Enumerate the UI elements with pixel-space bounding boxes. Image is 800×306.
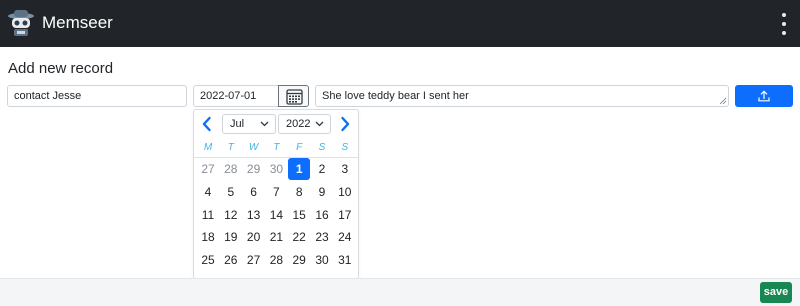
- day-cell[interactable]: 18: [197, 226, 219, 248]
- day-cell[interactable]: 8: [288, 181, 310, 203]
- weekday-label: T: [273, 142, 280, 153]
- chevron-down-icon: [260, 121, 269, 127]
- day-cell[interactable]: 15: [288, 204, 310, 226]
- day-cell[interactable]: 4: [197, 181, 219, 203]
- day-cell[interactable]: 19: [220, 226, 242, 248]
- top-navbar: Memseer: [0, 0, 800, 47]
- day-cell[interactable]: 27: [197, 158, 219, 180]
- robot-mascot-icon[interactable]: [6, 8, 36, 38]
- chevron-left-icon[interactable]: [201, 116, 213, 132]
- weekday-label: M: [203, 142, 213, 153]
- page-title: Add new record: [8, 60, 114, 77]
- day-cell[interactable]: 28: [265, 249, 287, 271]
- kebab-menu-icon[interactable]: [778, 13, 790, 35]
- day-cell[interactable]: 31: [334, 249, 356, 271]
- note-textarea[interactable]: She love teddy bear I sent her: [315, 85, 729, 107]
- day-cell[interactable]: 28: [220, 158, 242, 180]
- day-cell[interactable]: 25: [197, 249, 219, 271]
- day-cell[interactable]: 6: [243, 181, 265, 203]
- day-cell[interactable]: 3: [334, 158, 356, 180]
- weekday-label: S: [318, 142, 326, 153]
- day-cell[interactable]: 5: [220, 181, 242, 203]
- day-cell[interactable]: 23: [311, 226, 333, 248]
- day-cell[interactable]: 29: [243, 158, 265, 180]
- year-value: 2022: [286, 118, 311, 130]
- upload-icon: [758, 90, 770, 102]
- chevron-down-icon: [315, 121, 324, 127]
- save-button[interactable]: save: [760, 282, 792, 303]
- weekday-label: S: [341, 142, 349, 153]
- day-cell[interactable]: 27: [243, 249, 265, 271]
- day-cell[interactable]: 2: [311, 158, 333, 180]
- month-select[interactable]: Jul: [222, 114, 276, 134]
- day-cell[interactable]: 14: [265, 204, 287, 226]
- contact-input[interactable]: contact Jesse: [7, 85, 187, 107]
- date-input[interactable]: 2022-07-01: [193, 85, 279, 107]
- day-cell[interactable]: 10: [334, 181, 356, 203]
- day-cell[interactable]: 16: [311, 204, 333, 226]
- day-cell[interactable]: 9: [311, 181, 333, 203]
- day-cell[interactable]: 24: [334, 226, 356, 248]
- datepicker-dropdown: Jul 2022 MTWTFSS 27 28 29 30 1 2 3 4 5 6 7 8 9 10 11 12…: [193, 109, 359, 279]
- resize-handle-icon[interactable]: [719, 97, 727, 105]
- day-cell[interactable]: 13: [243, 204, 265, 226]
- day-cell[interactable]: 30: [265, 158, 287, 180]
- year-select[interactable]: 2022: [278, 114, 331, 134]
- day-cell[interactable]: 21: [265, 226, 287, 248]
- day-cell[interactable]: 7: [265, 181, 287, 203]
- footer-bar: [0, 278, 800, 306]
- note-text: She love teddy bear I sent her: [322, 90, 469, 102]
- day-cell[interactable]: 11: [197, 204, 219, 226]
- weekday-label: T: [227, 142, 234, 153]
- weekday-label: W: [248, 142, 259, 153]
- app-title[interactable]: Memseer: [42, 12, 113, 34]
- weekday-label: F: [296, 142, 303, 153]
- chevron-right-icon[interactable]: [339, 116, 351, 132]
- day-cell[interactable]: 22: [288, 226, 310, 248]
- day-cell[interactable]: 12: [220, 204, 242, 226]
- day-cell[interactable]: 20: [243, 226, 265, 248]
- calendar-button[interactable]: [278, 85, 309, 107]
- calendar-icon: [286, 89, 303, 105]
- upload-button[interactable]: [735, 85, 793, 107]
- day-cell[interactable]: 26: [220, 249, 242, 271]
- day-cell[interactable]: 1: [288, 158, 311, 180]
- day-cell[interactable]: 30: [311, 249, 333, 271]
- day-cell[interactable]: 17: [334, 204, 356, 226]
- day-cell[interactable]: 29: [288, 249, 310, 271]
- month-value: Jul: [230, 118, 245, 130]
